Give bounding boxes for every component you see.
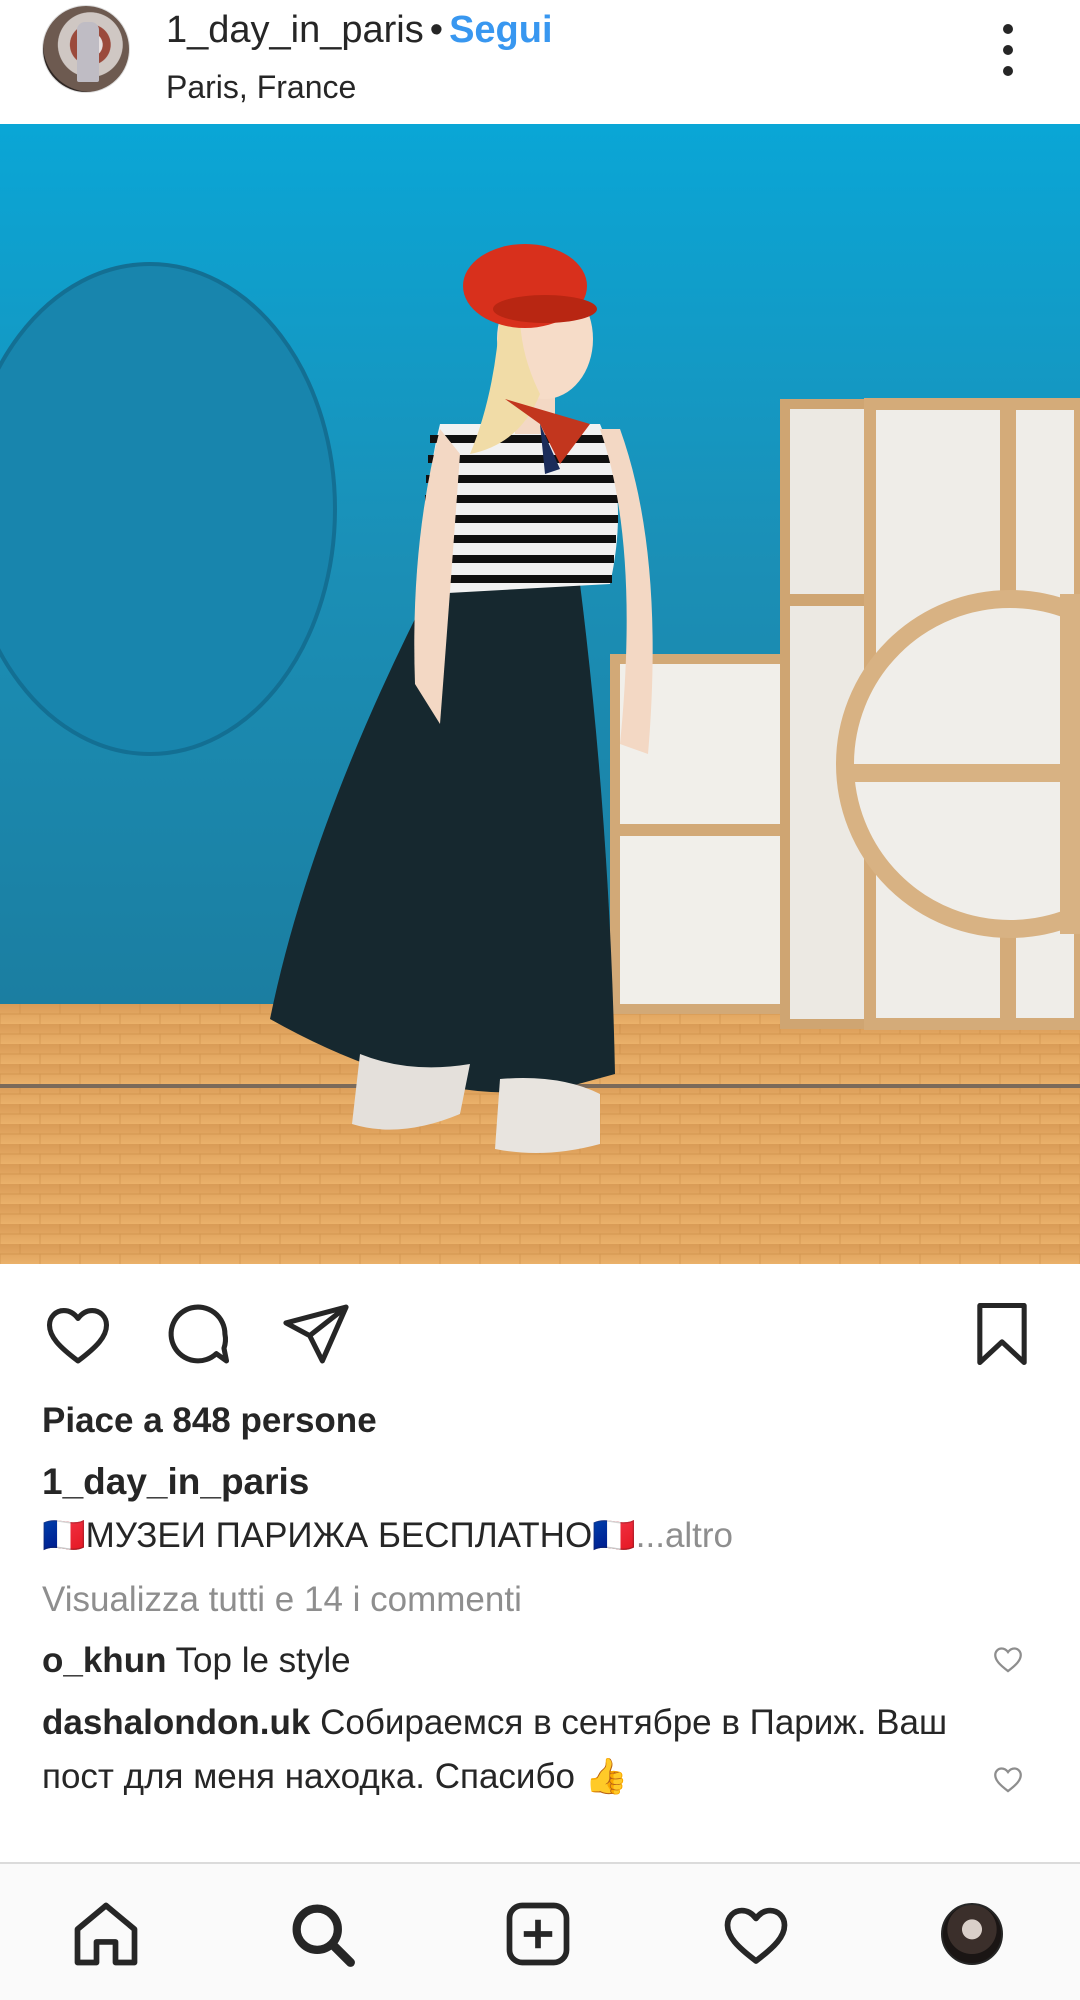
post-header: 1_day_in_paris • Segui Paris, France <box>0 0 1080 124</box>
paper-plane-icon[interactable] <box>278 1296 354 1372</box>
caption-body: МУЗЕИ ПАРИЖА БЕСПЛАТНО <box>85 1516 593 1555</box>
comment-heart-icon[interactable] <box>990 1762 1026 1796</box>
profile-avatar-image <box>941 1903 1003 1965</box>
post-photo[interactable] <box>0 124 1080 1264</box>
comment-item: o_khun Top le style <box>42 1634 962 1688</box>
caption-text: 🇫🇷МУЗЕИ ПАРИЖА БЕСПЛАТНО🇫🇷...altro <box>42 1512 733 1560</box>
comment-username[interactable]: o_khun <box>42 1641 166 1680</box>
home-icon[interactable] <box>66 1894 146 1974</box>
comment-username[interactable]: dashalondon.uk <box>42 1703 310 1742</box>
username-line: 1_day_in_paris • Segui <box>166 6 553 54</box>
profile-avatar[interactable] <box>932 1894 1012 1974</box>
author-username[interactable]: 1_day_in_paris <box>166 9 424 51</box>
comment-bubble-icon[interactable] <box>160 1296 236 1372</box>
caption-username[interactable]: 1_day_in_paris <box>42 1458 309 1506</box>
view-all-comments-link[interactable]: Visualizza tutti e 14 i commenti <box>42 1576 522 1624</box>
likes-count[interactable]: Piace a 848 persone <box>42 1398 377 1444</box>
follow-button[interactable]: Segui <box>449 9 552 51</box>
activity-heart-icon[interactable] <box>716 1894 796 1974</box>
flag-emoji: 🇫🇷 <box>592 1516 636 1555</box>
post-location[interactable]: Paris, France <box>166 66 356 108</box>
more-vertical-icon[interactable] <box>990 20 1026 80</box>
caption-more-link[interactable]: ...altro <box>636 1516 733 1555</box>
separator-dot: • <box>429 9 444 51</box>
new-post-icon[interactable] <box>498 1894 578 1974</box>
search-icon[interactable] <box>282 1894 362 1974</box>
heart-outline-icon[interactable] <box>40 1296 116 1372</box>
comment-item: dashalondon.uk Собираемся в сентябре в П… <box>42 1696 962 1804</box>
flag-emoji: 🇫🇷 <box>42 1516 86 1555</box>
author-avatar[interactable] <box>42 5 130 93</box>
comment-heart-icon[interactable] <box>990 1642 1026 1676</box>
comment-text: Top le style <box>175 1641 351 1680</box>
bookmark-icon[interactable] <box>964 1296 1040 1372</box>
bottom-nav <box>0 1862 1080 2000</box>
